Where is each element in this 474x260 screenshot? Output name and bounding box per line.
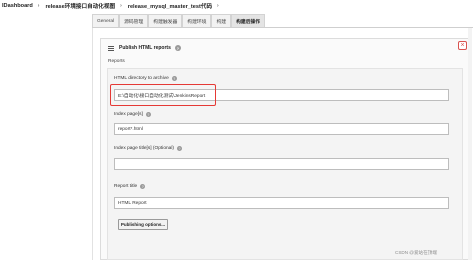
watermark-text: CSDN @爱站在顶端 (395, 250, 437, 255)
tab-post-build[interactable]: 构建后操作 (231, 14, 266, 27)
breadcrumb-separator-icon: › (37, 3, 40, 9)
tab-general[interactable]: General (92, 14, 120, 27)
index-label: Index page[s] ? (114, 112, 151, 117)
report-title-label: Report title ? (114, 184, 146, 189)
index-titles-help-icon[interactable]: ? (177, 146, 182, 151)
breadcrumb-dashboard[interactable]: lDashboard (0, 3, 35, 9)
dir-label: HTML directory to archive ? (114, 76, 177, 81)
breadcrumb-separator-icon: › (120, 3, 122, 9)
index-titles-input[interactable] (114, 158, 449, 170)
tab-source-control[interactable]: 源码管理 (119, 14, 149, 27)
breadcrumb-separator-icon: › (217, 3, 219, 9)
index-pages-input[interactable]: report*.html (114, 123, 449, 135)
tab-build-environment[interactable]: 构建环境 (182, 14, 212, 27)
index-titles-label-text: Index page title[s] (Optional) (114, 146, 174, 151)
breadcrumb-view[interactable]: release环境接口自动化视图 (43, 2, 117, 10)
breadcrumb: lDashboard › release环境接口自动化视图 › release_… (0, 0, 474, 12)
delete-step-button[interactable]: × (458, 41, 467, 50)
index-label-text: Index page[s] (114, 112, 143, 117)
reports-section-label: Reports (108, 59, 125, 64)
tab-build-triggers[interactable]: 构建触发器 (148, 14, 183, 27)
vertical-scrollbar[interactable] (468, 28, 472, 260)
highlight-box (110, 84, 216, 106)
publishing-options-button[interactable]: Publishing options... (118, 219, 168, 230)
index-help-icon[interactable]: ? (145, 112, 151, 117)
panel-title: Publish HTML reports (119, 45, 171, 51)
breadcrumb-job[interactable]: release_mysql_master_test代码 (126, 2, 214, 10)
dir-help-icon[interactable]: ? (171, 76, 177, 81)
index-titles-label: Index page title[s] (Optional) ? (114, 146, 182, 151)
dir-label-text: HTML directory to archive (114, 76, 169, 81)
report-title-input[interactable]: HTML Report (114, 197, 449, 209)
drag-handle-icon[interactable] (108, 45, 114, 51)
config-tabs: General 源码管理 构建触发器 构建环境 构建 构建后操作 (92, 14, 266, 27)
panel-header: Publish HTML reports ? (108, 44, 181, 52)
report-title-help-icon[interactable]: ? (140, 184, 146, 189)
tab-build[interactable]: 构建 (211, 14, 232, 27)
report-title-label-text: Report title (114, 184, 138, 189)
help-icon[interactable]: ? (174, 45, 181, 51)
